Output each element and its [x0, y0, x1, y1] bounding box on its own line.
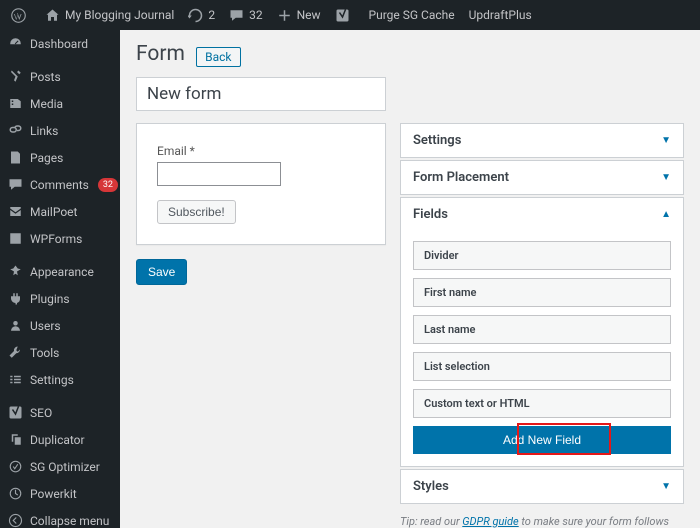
panel-placement[interactable]: Form Placement▼ — [400, 160, 684, 195]
gdpr-guide-link[interactable]: GDPR guide — [462, 515, 518, 528]
chevron-down-icon: ▼ — [661, 135, 671, 146]
comments-count-badge: 32 — [98, 178, 118, 192]
sidebar-item-powerkit[interactable]: Powerkit — [0, 480, 120, 507]
wordpress-logo[interactable] — [4, 0, 38, 30]
page-title: Form — [136, 42, 185, 66]
admin-toolbar: My Blogging Journal 2 32 New Purge SG Ca… — [0, 0, 700, 30]
form-preview: Email * Subscribe! — [136, 123, 386, 245]
site-name-link[interactable]: My Blogging Journal — [38, 0, 181, 30]
subscribe-button[interactable]: Subscribe! — [157, 200, 236, 224]
sidebar-item-tools[interactable]: Tools — [0, 339, 120, 366]
tip-text: Tip: read our GDPR guide to make sure yo… — [400, 514, 684, 528]
sidebar-item-media[interactable]: Media — [0, 90, 120, 117]
panel-styles[interactable]: Styles▼ — [400, 469, 684, 504]
panel-settings[interactable]: Settings▼ — [400, 123, 684, 158]
sidebar-item-sg-optimizer[interactable]: SG Optimizer — [0, 453, 120, 480]
sidebar-item-comments[interactable]: Comments32 — [0, 171, 120, 198]
panel-fields: Fields▲ Divider First name Last name Lis… — [400, 197, 684, 467]
chevron-down-icon: ▼ — [661, 481, 671, 492]
sidebar-collapse[interactable]: Collapse menu — [0, 507, 120, 528]
sidebar-item-pages[interactable]: Pages — [0, 144, 120, 171]
sidebar-item-settings[interactable]: Settings — [0, 366, 120, 393]
sidebar-item-links[interactable]: Links — [0, 117, 120, 144]
field-option-first-name[interactable]: First name — [413, 278, 671, 307]
field-option-list-selection[interactable]: List selection — [413, 352, 671, 381]
sidebar-item-seo[interactable]: SEO — [0, 399, 120, 426]
sidebar-item-appearance[interactable]: Appearance — [0, 258, 120, 285]
main-content: Form Back New form Email * Subscribe! Sa… — [120, 30, 700, 528]
comments-link[interactable]: 32 — [222, 0, 270, 30]
sidebar-item-plugins[interactable]: Plugins — [0, 285, 120, 312]
chevron-down-icon: ▼ — [661, 172, 671, 183]
updraftplus-link[interactable]: UpdraftPlus — [462, 0, 539, 30]
email-label: Email * — [157, 144, 195, 158]
panel-fields-header[interactable]: Fields▲ — [401, 198, 683, 231]
new-content-link[interactable]: New — [270, 0, 328, 30]
sidebar-item-users[interactable]: Users — [0, 312, 120, 339]
sidebar-item-duplicator[interactable]: Duplicator — [0, 426, 120, 453]
chevron-up-icon: ▲ — [661, 209, 671, 220]
save-button[interactable]: Save — [136, 259, 187, 285]
sidebar-item-wpforms[interactable]: WPForms — [0, 225, 120, 252]
email-field[interactable] — [157, 162, 281, 186]
field-option-custom-html[interactable]: Custom text or HTML — [413, 389, 671, 418]
back-button[interactable]: Back — [196, 47, 240, 67]
yoast-link[interactable] — [328, 0, 362, 30]
updates-link[interactable]: 2 — [181, 0, 222, 30]
form-name-box[interactable]: New form — [136, 77, 386, 111]
sidebar-item-dashboard[interactable]: Dashboard — [0, 30, 120, 57]
field-option-last-name[interactable]: Last name — [413, 315, 671, 344]
sidebar-item-posts[interactable]: Posts — [0, 63, 120, 90]
add-new-field-button[interactable]: Add New Field — [413, 426, 671, 454]
sidebar-item-mailpoet[interactable]: MailPoet — [0, 198, 120, 225]
purge-cache-link[interactable]: Purge SG Cache — [362, 0, 462, 30]
admin-sidebar: Dashboard Posts Media Links Pages Commen… — [0, 30, 120, 528]
field-option-divider[interactable]: Divider — [413, 241, 671, 270]
